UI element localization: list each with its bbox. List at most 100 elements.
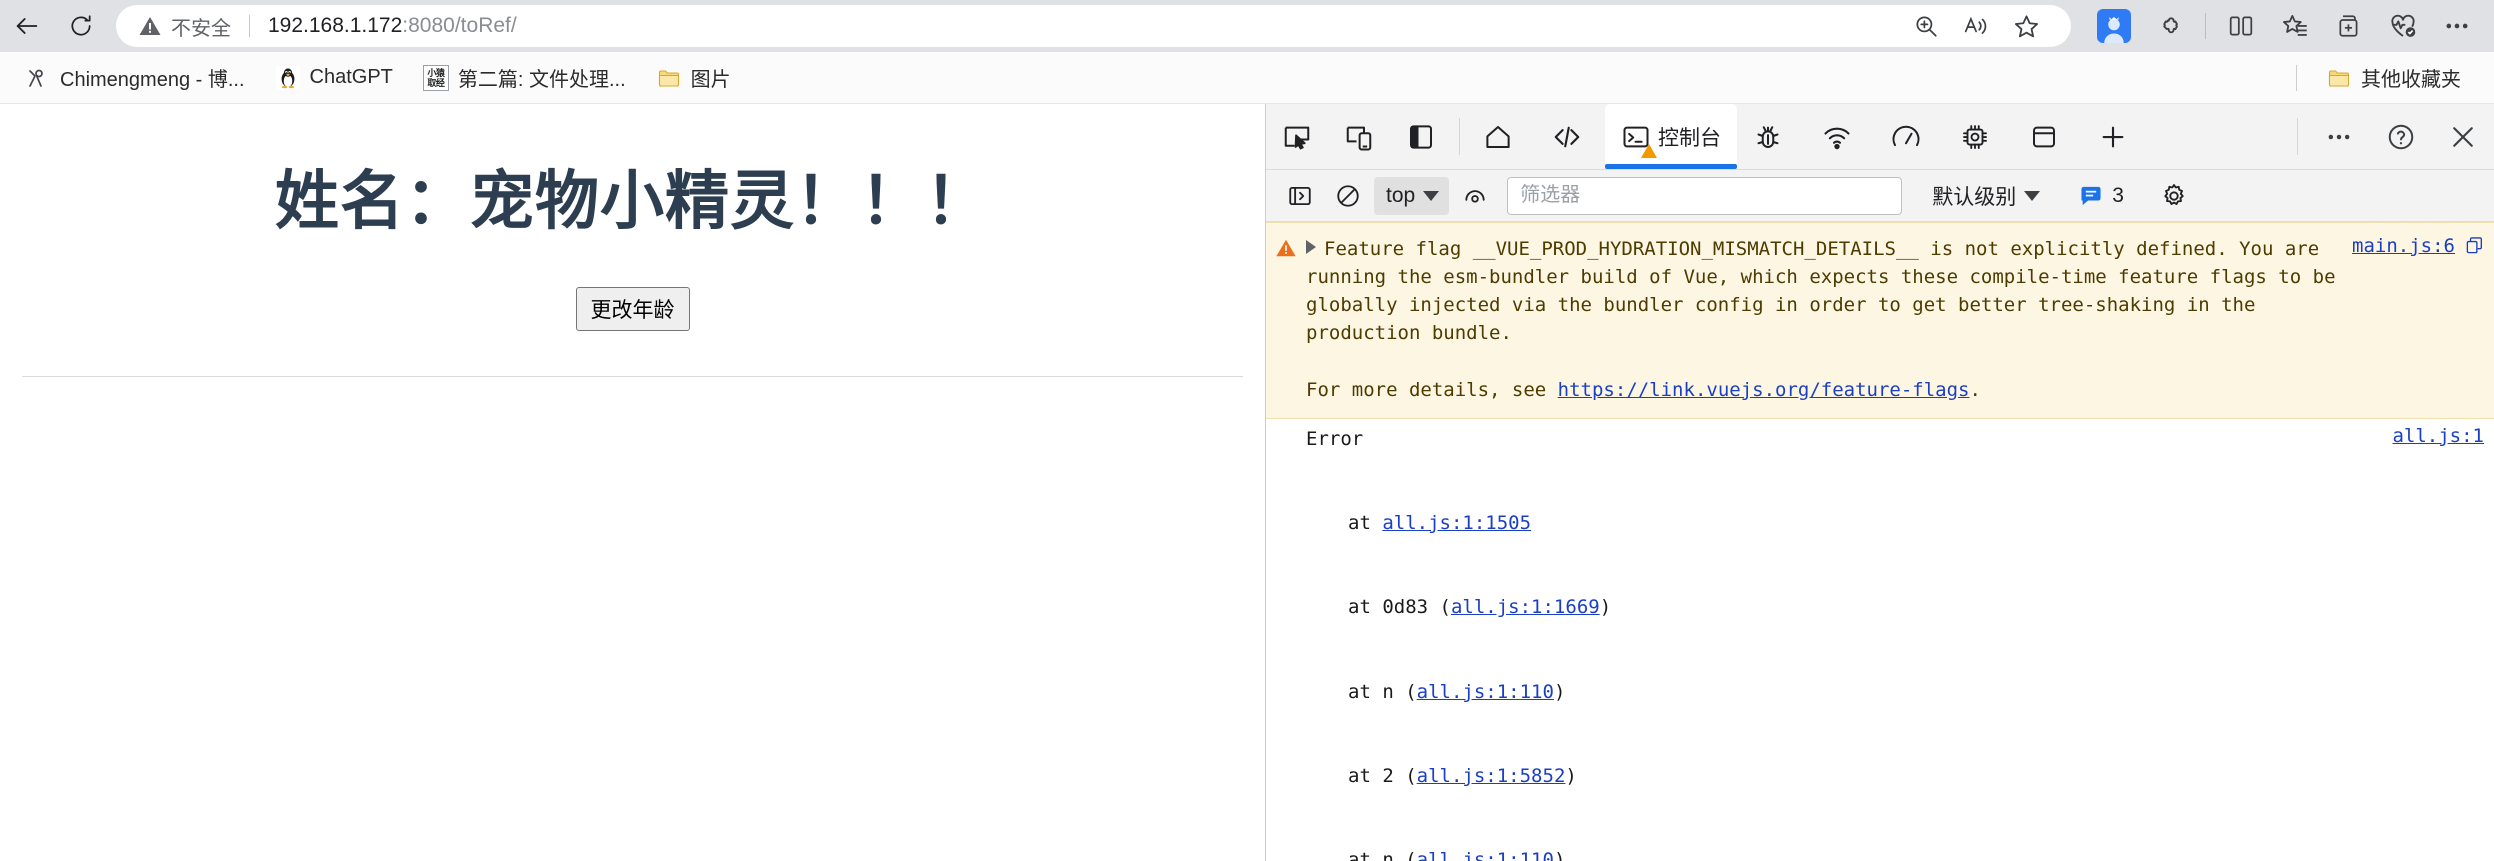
plus-icon (2098, 122, 2128, 152)
bookmark-item-pictures[interactable]: 图片 (645, 58, 742, 97)
bookmark-other-favorites[interactable]: 其他收藏夹 (2315, 58, 2472, 97)
stack-frame-link[interactable]: all.js:1:5852 (1417, 765, 1566, 787)
page-viewport: 姓名：宠物小精灵！！！ 更改年龄 (0, 104, 1265, 861)
devtools-tabbar-right (2308, 104, 2494, 169)
message-source-link[interactable]: all.js:1 (2392, 425, 2484, 447)
home-icon (1483, 122, 1513, 152)
bookmark-label: 第二篇: 文件处理... (457, 69, 626, 91)
tab-elements[interactable] (1536, 104, 1605, 169)
page-content: 姓名：宠物小精灵！！！ 更改年龄 (0, 104, 1265, 377)
blog-favicon (25, 65, 51, 91)
favorite-star-icon[interactable] (2001, 6, 2051, 46)
tab-application[interactable] (2013, 104, 2082, 169)
console-level-value: 默认级别 (1932, 185, 2017, 209)
change-age-button[interactable]: 更改年龄 (575, 287, 690, 331)
read-aloud-icon[interactable] (1951, 6, 2001, 46)
omnibox-divider (249, 15, 250, 37)
split-screen-icon[interactable] (2214, 4, 2268, 48)
tab-memory[interactable] (1944, 104, 2013, 169)
warning-message-text: Feature flag __VUE_PROD_HYDRATION_MISMAT… (1306, 238, 2347, 345)
application-icon (2029, 122, 2059, 152)
vue-feature-flags-link[interactable]: https://link.vuejs.org/feature-flags (1558, 379, 1970, 401)
tabbar-right-divider (2297, 118, 2298, 155)
settings-more-icon[interactable] (2430, 4, 2484, 48)
not-secure-warning-icon (139, 17, 161, 35)
message-count-value: 3 (2112, 183, 2124, 207)
tab-console[interactable]: 控制台 (1605, 104, 1737, 169)
browser-toolbar: 不安全 192.168.1.172:8080/toRef/ (0, 0, 2494, 52)
tabbar-spacer (2151, 104, 2293, 169)
folder-icon (2326, 65, 2352, 91)
favicon-text-bottom: 取经 (427, 77, 445, 88)
profile-icon[interactable] (2097, 9, 2131, 43)
favicon-text-top: 小猿 (427, 67, 445, 78)
console-context-selector[interactable]: top (1374, 176, 1450, 215)
devtools-tabbar: 控制台 (1266, 104, 2494, 170)
zoom-icon[interactable] (1901, 6, 1951, 46)
tab-network[interactable] (1806, 104, 1875, 169)
reload-button[interactable] (54, 6, 108, 46)
extensions-icon[interactable] (2143, 4, 2197, 48)
tab-welcome[interactable] (1467, 104, 1536, 169)
stack-frame-link[interactable]: all.js:1:1505 (1382, 512, 1531, 534)
bookmark-item-chatgpt[interactable]: ChatGPT (264, 60, 404, 96)
bookmark-item-article[interactable]: 小猿 取经 第二篇: 文件处理... (412, 58, 637, 97)
stack-frame-link[interactable]: all.js:1:110 (1417, 849, 1554, 861)
devtools-help-icon[interactable] (2370, 122, 2432, 152)
tab-sources[interactable] (1737, 104, 1806, 169)
console-sidebar-toggle-icon[interactable] (1278, 177, 1322, 215)
warning-triangle-icon (1276, 239, 1296, 257)
message-level-icon-cell (1266, 235, 1306, 404)
page-title: 姓名：宠物小精灵！！！ (275, 165, 990, 239)
site-security-chip[interactable]: 不安全 (138, 12, 231, 41)
message-source-link[interactable]: main.js:6 (2352, 235, 2484, 257)
page-button-row: 更改年龄 (20, 287, 1245, 331)
collections-icon[interactable] (2268, 4, 2322, 48)
gauge-icon (1891, 122, 1921, 152)
stack-frame: at all.js:1:1505 (1348, 511, 1532, 534)
url-path: :8080/toRef/ (402, 14, 517, 37)
open-in-new-tab-icon[interactable] (2465, 236, 2484, 255)
devtools-close-icon[interactable] (2432, 122, 2494, 152)
stack-frame: at n (all.js:1:110) (1306, 846, 2378, 861)
devtools-panel: 控制台 top 筛选器 默认级别 3 Feature flag __VUE_PR… (1265, 104, 2494, 861)
back-arrow-icon (16, 18, 38, 34)
tab-performance[interactable] (1875, 104, 1944, 169)
browser-essentials-icon[interactable] (2376, 4, 2430, 48)
bookmark-item-blog[interactable]: Chimengmeng - 博... (14, 58, 256, 97)
add-to-collection-icon[interactable] (2322, 4, 2376, 48)
bookmark-label: 图片 (690, 69, 731, 91)
inspect-element-icon[interactable] (1266, 104, 1328, 169)
console-level-selector[interactable]: 默认级别 (1924, 177, 2048, 215)
url-text[interactable]: 192.168.1.172:8080/toRef/ (268, 14, 517, 38)
warning-message-body: Feature flag __VUE_PROD_HYDRATION_MISMAT… (1306, 235, 2352, 404)
stack-frame-link[interactable]: all.js:1:110 (1417, 681, 1554, 703)
console-error-stack-message[interactable]: Error at all.js:1:1505 at 0d83 (all.js:1… (1266, 419, 2494, 861)
penguin-favicon (275, 65, 301, 91)
console-message-count[interactable]: 3 (2072, 183, 2130, 209)
xiaoyuan-favicon: 小猿 取经 (422, 64, 449, 91)
console-settings-gear-icon[interactable] (2152, 177, 2196, 215)
stack-frame-link[interactable]: all.js:1:1669 (1451, 596, 1600, 618)
address-bar[interactable]: 不安全 192.168.1.172:8080/toRef/ (116, 5, 2071, 47)
console-warning-message[interactable]: Feature flag __VUE_PROD_HYDRATION_MISMAT… (1266, 222, 2494, 419)
console-message-list[interactable]: Feature flag __VUE_PROD_HYDRATION_MISMAT… (1266, 222, 2494, 861)
bookmarks-bar-right: 其他收藏夹 (2292, 58, 2480, 97)
devtools-more-options-icon[interactable] (2308, 123, 2370, 151)
folder-icon (656, 65, 682, 91)
expand-arrow-icon[interactable] (1306, 240, 1316, 254)
clear-console-icon[interactable] (1326, 177, 1370, 215)
console-warning-badge (1641, 143, 1657, 158)
console-filter-input[interactable] (1507, 176, 1903, 215)
bookmark-label: Chimengmeng - 博... (60, 69, 245, 91)
device-toolbar-icon[interactable] (1328, 104, 1390, 169)
stack-frame: at 0d83 (all.js:1:1669) (1348, 596, 1612, 619)
tab-more-tools-button[interactable] (2082, 104, 2151, 169)
stack-frame: at 2 (all.js:1:5852) (1348, 764, 1577, 787)
live-expression-icon[interactable] (1453, 177, 1497, 215)
dock-side-icon[interactable] (1390, 104, 1452, 169)
console-icon (1621, 122, 1657, 158)
message-bubble-icon (2081, 186, 2101, 205)
error-stack-body: Error at all.js:1:1505 at 0d83 (all.js:1… (1306, 425, 2392, 861)
back-button[interactable] (0, 6, 54, 46)
